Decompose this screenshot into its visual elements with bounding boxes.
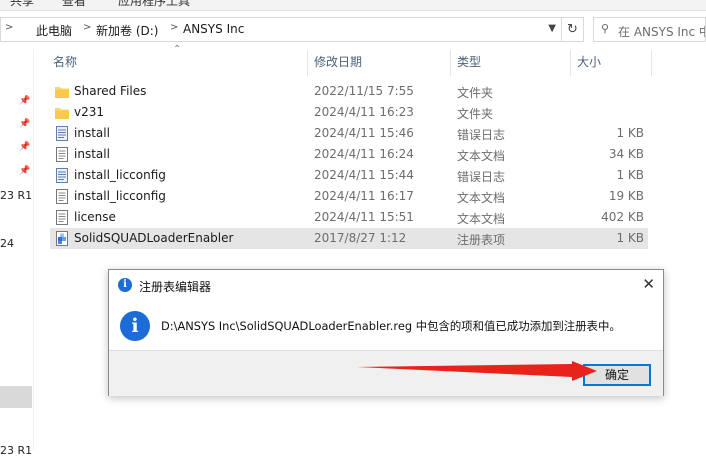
file-row[interactable]: install_licconfig 2024/4/11 16:17 文本文档 1… [50, 186, 648, 207]
file-date: 2024/4/11 15:46 [314, 126, 414, 140]
folder-icon [55, 87, 69, 98]
dialog-message: D:\ANSYS Inc\SolidSQUADLoaderEnabler.reg… [161, 319, 621, 333]
column-divider[interactable] [570, 50, 571, 76]
info-icon: i [120, 311, 150, 341]
ribbon-tab-view[interactable]: 查看 [62, 0, 86, 9]
file-name: install_licconfig [74, 189, 166, 203]
file-size: 34 KB [608, 147, 644, 161]
breadcrumb-separator: > [83, 22, 92, 33]
file-row[interactable]: license 2024/4/11 15:51 文本文档 402 KB [50, 207, 648, 228]
search-placeholder: 在 ANSYS Inc 中搜索 [618, 25, 705, 39]
file-size: 402 KB [601, 210, 644, 224]
pin-icon: 📌 [19, 166, 31, 176]
nav-item-label[interactable]: 23 R1 [0, 189, 32, 202]
file-row[interactable]: v231 2024/4/11 16:23 文件夹 [50, 102, 648, 123]
file-size: 1 KB [616, 126, 644, 140]
column-header-type[interactable]: 类型 [457, 50, 481, 76]
file-date: 2017/8/27 1:12 [314, 231, 407, 245]
nav-item-selected[interactable] [0, 386, 32, 408]
folder-icon [55, 108, 69, 119]
dialog-title-bar[interactable]: i 注册表编辑器 ✕ [109, 270, 663, 300]
column-header-size[interactable]: 大小 [577, 50, 601, 76]
text-file-icon [56, 210, 68, 225]
breadcrumb-this-pc[interactable]: 此电脑 [36, 22, 72, 39]
nav-item-label[interactable]: 24 [0, 237, 14, 250]
breadcrumb-drive-d[interactable]: 新加卷 (D:) [96, 22, 158, 39]
log-file-icon [56, 168, 68, 183]
file-type: 文件夹 [457, 107, 494, 121]
file-type: 注册表项 [457, 233, 506, 247]
sort-ascending-icon: ⌃ [173, 44, 182, 55]
file-date: 2024/4/11 15:51 [314, 210, 414, 224]
column-header-name[interactable]: 名称 [53, 50, 77, 76]
file-date: 2024/4/11 16:17 [314, 189, 414, 203]
pin-icon: 📌 [19, 119, 31, 129]
dialog-body: i D:\ANSYS Inc\SolidSQUADLoaderEnabler.r… [109, 300, 663, 350]
search-icon: ⚲ [601, 22, 610, 35]
file-type: 文本文档 [457, 149, 506, 163]
refresh-icon[interactable]: ↻ [562, 17, 584, 42]
file-row[interactable]: install_licconfig 2024/4/11 15:44 错误日志 1… [50, 165, 648, 186]
file-date: 2024/4/11 16:23 [314, 105, 414, 119]
column-divider[interactable] [450, 50, 451, 76]
file-row[interactable]: install 2024/4/11 16:24 文本文档 34 KB [50, 144, 648, 165]
breadcrumb-ansys-inc[interactable]: ANSYS Inc [183, 22, 244, 36]
file-name: install_licconfig [74, 168, 166, 182]
registry-file-icon [56, 231, 68, 246]
registry-editor-dialog: i 注册表编辑器 ✕ i D:\ANSYS Inc\SolidSQUADLoad… [108, 269, 664, 396]
file-date: 2024/4/11 15:44 [314, 168, 414, 182]
breadcrumb-separator: > [170, 22, 179, 33]
info-icon: i [118, 278, 132, 292]
file-date: 2022/11/15 7:55 [314, 84, 414, 98]
file-name: Shared Files [74, 84, 147, 98]
dialog-title: 注册表编辑器 [139, 280, 212, 294]
ribbon-tab-share[interactable]: 共享 [10, 0, 34, 9]
file-type: 错误日志 [457, 128, 506, 142]
chevron-down-icon[interactable]: ▼ [548, 23, 556, 34]
text-file-icon [56, 147, 68, 162]
column-header-date[interactable]: 修改日期 [314, 50, 362, 76]
text-file-icon [56, 189, 68, 204]
file-size: 19 KB [608, 189, 644, 203]
file-size: 1 KB [616, 168, 644, 182]
file-type: 错误日志 [457, 170, 506, 184]
file-name: v231 [74, 105, 105, 119]
file-name: install [74, 126, 110, 140]
address-bar[interactable]: > 此电脑 > 新加卷 (D:) > ANSYS Inc ▼ [0, 17, 562, 42]
column-divider[interactable] [307, 50, 308, 76]
file-type: 文本文档 [457, 212, 506, 226]
file-row[interactable]: Shared Files 2022/11/15 7:55 文件夹 [50, 81, 648, 102]
file-name: SolidSQUADLoaderEnabler [74, 231, 234, 245]
log-file-icon [56, 126, 68, 141]
file-row-selected[interactable]: SolidSQUADLoaderEnabler 2017/8/27 1:12 注… [50, 228, 648, 249]
ok-button[interactable]: 确定 [583, 364, 651, 386]
pin-icon: 📌 [19, 142, 31, 152]
file-date: 2024/4/11 16:24 [314, 147, 414, 161]
ribbon-tab-app-tools[interactable]: 应用程序工具 [118, 0, 190, 9]
dialog-footer: 确定 [109, 350, 663, 396]
close-icon[interactable]: ✕ [642, 275, 655, 293]
ribbon-tabs: 共享 查看 应用程序工具 [0, 0, 706, 11]
column-divider[interactable] [651, 50, 652, 76]
file-size: 1 KB [616, 231, 644, 245]
file-type: 文件夹 [457, 86, 494, 100]
file-name: install [74, 147, 110, 161]
pin-icon: 📌 [19, 96, 31, 106]
file-row[interactable]: install 2024/4/11 15:46 错误日志 1 KB [50, 123, 648, 144]
breadcrumb-separator: > [5, 22, 14, 33]
search-input[interactable]: ⚲ 在 ANSYS Inc 中搜索 [593, 17, 706, 42]
nav-item-label[interactable]: 23 R1 [0, 444, 32, 457]
file-type: 文本文档 [457, 191, 506, 205]
file-name: license [74, 210, 116, 224]
